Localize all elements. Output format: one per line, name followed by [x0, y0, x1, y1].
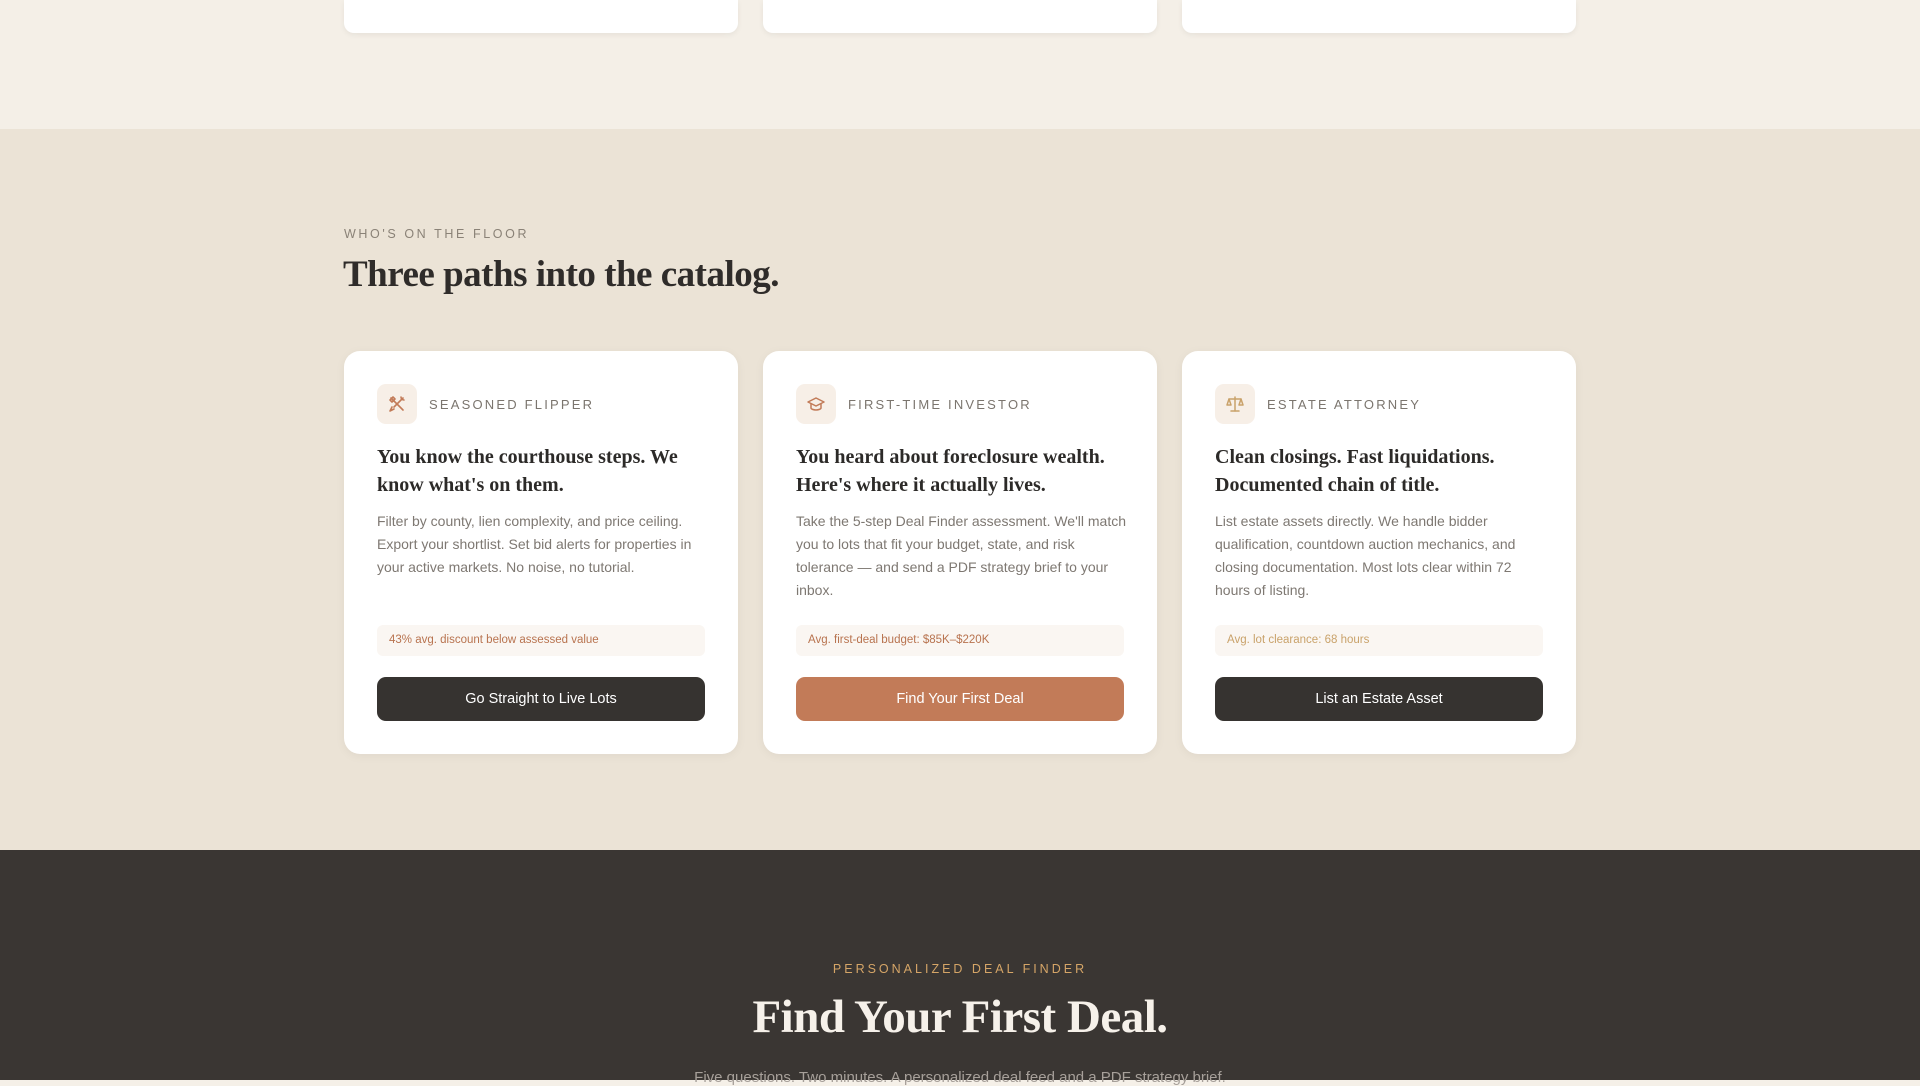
card-title: Clean closings. Fast liquidations. Docum… [1215, 446, 1495, 496]
previous-card [344, 0, 738, 33]
persona-role: FIRST-TIME INVESTOR [848, 396, 1032, 412]
persona-role: SEASONED FLIPPER [429, 396, 595, 412]
persona-card-investor: FIRST-TIME INVESTOR You heard about fore… [763, 351, 1157, 754]
card-description: Filter by county, lien complexity, and p… [377, 513, 692, 575]
previous-section [0, 0, 1920, 129]
previous-card [763, 0, 1157, 33]
finder-subtitle: Five questions. Two minutes. A personali… [694, 1069, 1226, 1086]
stat-badge: Avg. lot clearance: 68 hours [1215, 625, 1543, 656]
card-title: You know the courthouse steps. We know w… [377, 446, 678, 496]
previous-card [1182, 0, 1576, 33]
finder-eyebrow: PERSONALIZED DEAL FINDER [832, 962, 1088, 976]
go-to-live-lots-button[interactable]: Go Straight to Live Lots [377, 677, 705, 721]
card-header: FIRST-TIME INVESTOR [796, 384, 1032, 424]
persona-role: ESTATE ATTORNEY [1267, 396, 1422, 412]
card-description: List estate assets directly. We handle b… [1215, 513, 1516, 598]
stat-badge: Avg. first-deal budget: $85K–$220K [796, 625, 1124, 656]
section-title: Three paths into the catalog. [343, 254, 780, 295]
card-description: Take the 5-step Deal Finder assessment. … [796, 513, 1126, 598]
scales-icon [1215, 384, 1255, 424]
find-first-deal-button[interactable]: Find Your First Deal [796, 677, 1124, 721]
section-eyebrow: WHO'S ON THE FLOOR [344, 227, 530, 241]
list-estate-asset-button[interactable]: List an Estate Asset [1215, 677, 1543, 721]
deal-finder-section: PERSONALIZED DEAL FINDER Find Your First… [0, 850, 1920, 1086]
card-header: ESTATE ATTORNEY [1215, 384, 1421, 424]
stat-badge: 43% avg. discount below assessed value [377, 625, 705, 656]
graduation-cap-icon [796, 384, 836, 424]
persona-card-flipper: SEASONED FLIPPER You know the courthouse… [344, 351, 738, 754]
card-header: SEASONED FLIPPER [377, 384, 594, 424]
finder-title: Find Your First Deal. [752, 991, 1168, 1043]
paths-section: WHO'S ON THE FLOOR Three paths into the … [0, 129, 1920, 850]
card-title: You heard about foreclosure wealth. Here… [796, 446, 1105, 496]
persona-card-attorney: ESTATE ATTORNEY Clean closings. Fast liq… [1182, 351, 1576, 754]
tools-icon [377, 384, 417, 424]
